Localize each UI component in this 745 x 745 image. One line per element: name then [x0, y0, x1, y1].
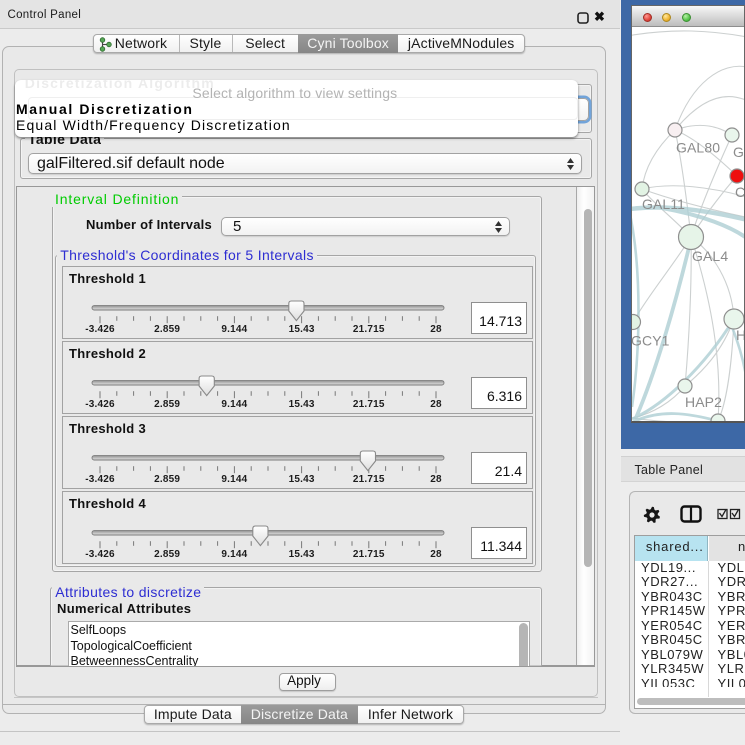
svg-text:-3.426: -3.426: [85, 474, 115, 485]
svg-text:15.43: 15.43: [289, 549, 315, 560]
svg-text:-3.426: -3.426: [85, 399, 115, 410]
svg-text:21.715: 21.715: [353, 549, 385, 560]
svg-text:9.144: 9.144: [221, 474, 247, 485]
svg-text:15.43: 15.43: [289, 399, 315, 410]
svg-text:21.715: 21.715: [353, 399, 385, 410]
svg-text:21.715: 21.715: [353, 324, 385, 335]
svg-text:21.715: 21.715: [353, 474, 385, 485]
svg-text:C: C: [735, 184, 745, 200]
svg-text:9.144: 9.144: [221, 399, 247, 410]
svg-text:GAL11: GAL11: [642, 196, 685, 212]
svg-text:2.859: 2.859: [154, 549, 180, 560]
svg-text:9.144: 9.144: [221, 324, 247, 335]
svg-text:H: H: [736, 327, 745, 343]
svg-text:28: 28: [430, 324, 442, 335]
svg-text:28: 28: [430, 399, 442, 410]
svg-text:15.43: 15.43: [289, 324, 315, 335]
svg-text:9.144: 9.144: [221, 549, 247, 560]
svg-text:2.859: 2.859: [154, 324, 180, 335]
svg-text:GCY1: GCY1: [632, 332, 670, 348]
svg-text:-3.426: -3.426: [85, 324, 115, 335]
svg-text:GAL4: GAL4: [692, 248, 728, 264]
svg-text:-3.426: -3.426: [85, 549, 115, 560]
svg-text:GA: GA: [733, 144, 745, 160]
svg-text:28: 28: [430, 474, 442, 485]
svg-text:HAP2: HAP2: [685, 394, 722, 410]
svg-text:2.859: 2.859: [154, 474, 180, 485]
svg-text:GAL80: GAL80: [676, 139, 720, 155]
svg-text:2.859: 2.859: [154, 399, 180, 410]
svg-text:28: 28: [430, 549, 442, 560]
svg-text:15.43: 15.43: [289, 474, 315, 485]
